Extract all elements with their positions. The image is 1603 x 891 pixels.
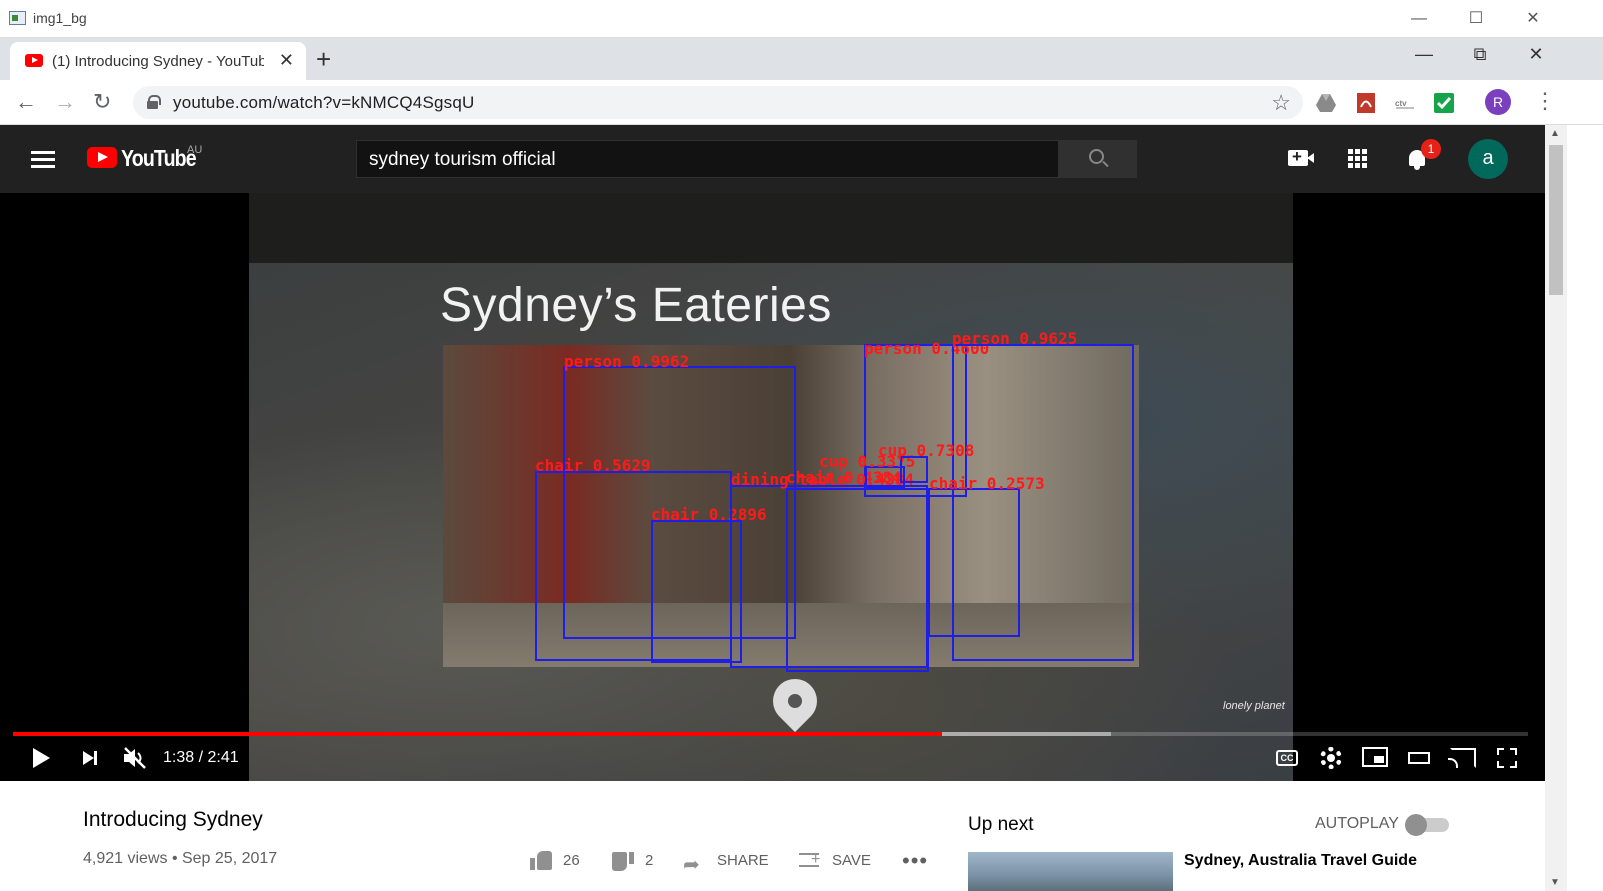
search-icon <box>1089 149 1104 164</box>
tab-close-icon[interactable]: ✕ <box>279 50 294 71</box>
detection-box <box>651 520 742 663</box>
detection-label: person 0.9962 <box>564 352 690 371</box>
window-close-button[interactable]: ✕ <box>1518 8 1548 30</box>
youtube-favicon-icon <box>25 54 43 67</box>
page-scrollbar[interactable]: ▲ ▼ <box>1545 125 1567 891</box>
profile-avatar[interactable]: R <box>1485 89 1511 115</box>
check-icon[interactable] <box>1433 92 1455 114</box>
miniplayer-icon[interactable] <box>1362 747 1388 767</box>
played-bar <box>13 732 942 736</box>
like-thumb-icon[interactable] <box>530 850 552 870</box>
autoplay-label: AUTOPLAY <box>1315 815 1399 832</box>
video-letterbox <box>249 193 1293 263</box>
notification-badge: 1 <box>1421 139 1441 159</box>
dislike-thumb-icon[interactable] <box>612 852 634 872</box>
bookmark-star-icon[interactable]: ☆ <box>1271 90 1291 116</box>
url-text[interactable]: youtube.com/watch?v=kNMCQ4SgsqU <box>173 93 474 113</box>
captions-icon[interactable]: CC <box>1276 750 1298 766</box>
volume-muted-icon[interactable] <box>122 745 148 771</box>
hamburger-menu-icon[interactable] <box>31 151 55 169</box>
browser-toolbar: ← → ↻ youtube.com/watch?v=kNMCQ4SgsqU ☆ … <box>0 80 1603 125</box>
settings-gear-icon[interactable] <box>1320 747 1342 769</box>
window-minimize-button[interactable]: — <box>1404 8 1434 30</box>
browser-menu-icon[interactable]: ⋮ <box>1534 88 1556 114</box>
scroll-up-arrow-icon[interactable]: ▲ <box>1550 128 1560 139</box>
browser-restore-button[interactable]: ⧉ <box>1465 44 1495 65</box>
drive-icon[interactable] <box>1315 92 1337 114</box>
apps-grid-icon[interactable] <box>1348 149 1368 169</box>
reload-button[interactable]: ↻ <box>93 89 111 115</box>
back-button[interactable]: ← <box>15 89 37 115</box>
scroll-down-arrow-icon[interactable]: ▼ <box>1550 877 1560 888</box>
more-actions-icon[interactable]: ••• <box>902 848 928 874</box>
window-titlebar: img1_bg — ☐ ✕ <box>0 0 1603 38</box>
create-video-icon[interactable] <box>1288 147 1314 167</box>
time-display: 1:38 / 2:41 <box>163 749 239 766</box>
progress-bar[interactable] <box>13 732 1528 736</box>
detection-label: cup 0.7308 <box>878 441 975 460</box>
autoplay-toggle[interactable] <box>1405 814 1449 836</box>
forward-button[interactable]: → <box>54 89 76 115</box>
new-tab-button[interactable]: + <box>316 44 331 75</box>
scene-title: Sydney’s Eateries <box>440 279 832 332</box>
search-query[interactable]: sydney tourism official <box>369 149 556 171</box>
tab-title: (1) Introducing Sydney - YouTube <box>52 53 264 70</box>
next-video-icon[interactable] <box>83 751 97 765</box>
window-title: img1_bg <box>33 10 87 26</box>
detection-box <box>900 456 928 483</box>
video-title: Introducing Sydney <box>83 808 263 831</box>
detection-label: chair 0.2573 <box>929 474 1045 493</box>
recommendation-title[interactable]: Sydney, Australia Travel Guide <box>1184 852 1417 870</box>
cast-icon[interactable] <box>1448 748 1476 768</box>
lock-icon[interactable] <box>147 95 161 109</box>
youtube-wordmark[interactable]: YouTube <box>121 145 197 172</box>
youtube-logo-icon[interactable] <box>87 147 117 168</box>
lonely-planet-watermark: lonely planet <box>1223 700 1285 712</box>
save-button[interactable]: SAVE <box>832 852 871 869</box>
share-arrow-icon[interactable]: ➦ <box>683 852 700 877</box>
theater-mode-icon[interactable] <box>1408 752 1430 764</box>
play-icon[interactable] <box>33 748 50 768</box>
youtube-masthead: YouTube AU sydney tourism official 1 a <box>0 125 1545 193</box>
save-playlist-icon[interactable] <box>799 853 820 867</box>
up-next-heading: Up next <box>968 814 1034 835</box>
address-bar[interactable]: youtube.com/watch?v=kNMCQ4SgsqU ☆ <box>133 86 1303 119</box>
share-button[interactable]: SHARE <box>717 852 769 869</box>
detection-label: person 0.9625 <box>952 329 1078 348</box>
tab-strip: (1) Introducing Sydney - YouTube ✕ + — ⧉… <box>0 38 1603 80</box>
detection-box <box>786 488 929 672</box>
detection-label: chair 0.5629 <box>535 456 651 475</box>
scroll-thumb[interactable] <box>1549 145 1563 295</box>
fullscreen-icon[interactable] <box>1497 748 1517 768</box>
browser-minimize-button[interactable]: — <box>1409 44 1439 65</box>
window-maximize-button[interactable]: ☐ <box>1461 8 1491 30</box>
video-meta: 4,921 views • Sep 25, 2017 <box>83 850 278 867</box>
app-icon <box>9 11 26 25</box>
search-button[interactable] <box>1059 140 1137 178</box>
like-count[interactable]: 26 <box>563 852 580 869</box>
pdf-icon[interactable] <box>1355 92 1377 114</box>
ctv-icon[interactable]: ctv <box>1394 92 1416 114</box>
account-avatar[interactable]: a <box>1468 139 1508 179</box>
toggle-knob <box>1405 814 1427 836</box>
browser-tab[interactable]: (1) Introducing Sydney - YouTube ✕ <box>10 42 306 80</box>
dislike-count[interactable]: 2 <box>645 852 653 869</box>
browser-close-button[interactable]: ✕ <box>1521 44 1551 65</box>
svg-text:ctv: ctv <box>1395 99 1407 108</box>
country-code: AU <box>187 144 203 156</box>
detection-box <box>928 488 1020 637</box>
search-input[interactable]: sydney tourism official <box>356 140 1059 178</box>
recommendation-thumbnail[interactable] <box>968 852 1173 891</box>
